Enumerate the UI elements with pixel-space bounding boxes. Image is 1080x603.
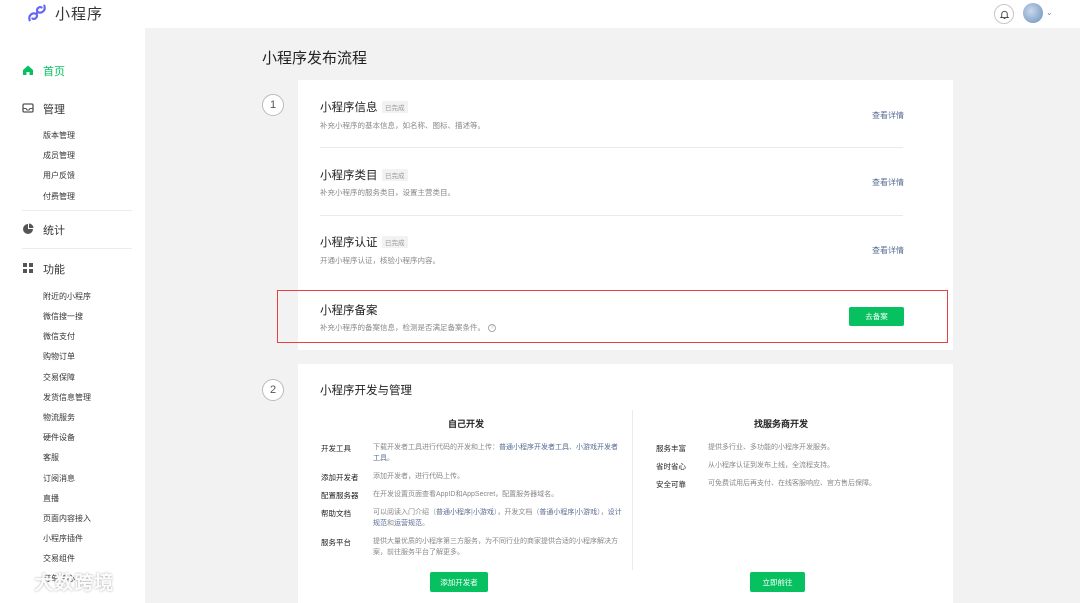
sidebar-group-label: 统计 bbox=[43, 225, 65, 237]
go-now-button[interactable]: 立即前往 bbox=[750, 572, 805, 592]
sidebar-item-page-content[interactable]: 页面内容接入 bbox=[43, 513, 91, 524]
item-desc-text: 补充小程序的备案信息，检测是否满足备案条件。 bbox=[320, 323, 485, 332]
sidebar-group-label: 管理 bbox=[43, 104, 65, 116]
sidebar-item-members[interactable]: 成员管理 bbox=[43, 150, 75, 161]
intro-mini-link[interactable]: 普通小程序 bbox=[436, 509, 471, 516]
row-text-part: 。 bbox=[422, 520, 429, 527]
sidebar-item-orders[interactable]: 购物订单 bbox=[43, 351, 75, 362]
sidebar-item-wechat-pay[interactable]: 微信支付 bbox=[43, 331, 75, 342]
sidebar-item-trade-components[interactable]: 交易组件 bbox=[43, 553, 75, 564]
status-badge: 已完成 bbox=[382, 101, 408, 113]
sidebar-item-live[interactable]: 直播 bbox=[43, 493, 59, 504]
docs-mini-link[interactable]: 普通小程序 bbox=[539, 509, 574, 516]
top-bar: 小程序 ⌄ bbox=[0, 0, 1080, 28]
row-text: 可免费试用后再支付、在线客服响应、官方售后保障。 bbox=[708, 480, 876, 487]
sidebar-item-shipping-info[interactable]: 发货信息管理 bbox=[43, 392, 91, 403]
app-title: 小程序 bbox=[55, 5, 104, 23]
intro-game-link[interactable]: 小游戏 bbox=[473, 509, 494, 516]
notification-bell-icon[interactable] bbox=[994, 4, 1014, 24]
sidebar: 首页 管理 版本管理 成员管理 用户反馈 付费管理 统计 功能 附近的小程序 微… bbox=[0, 28, 145, 603]
step-number: 2 bbox=[262, 379, 284, 401]
status-badge: 已完成 bbox=[382, 169, 408, 181]
row-label: 省时省心 bbox=[656, 462, 686, 471]
row-label: 开发工具 bbox=[321, 444, 351, 453]
help-icon[interactable]: ? bbox=[488, 324, 496, 333]
item-title: 小程序信息 bbox=[320, 102, 378, 114]
divider bbox=[320, 215, 903, 216]
item-title: 小程序认证 bbox=[320, 237, 378, 249]
grid-icon bbox=[23, 263, 33, 273]
row-text-part: ），开发文档（ bbox=[493, 509, 540, 516]
column-title: 找服务商开发 bbox=[754, 419, 809, 429]
home-icon bbox=[23, 65, 33, 75]
item-desc: 开通小程序认证，核验小程序内容。 bbox=[320, 256, 440, 265]
sidebar-item-trade-guarantee[interactable]: 交易保障 bbox=[43, 372, 75, 383]
column-title: 自己开发 bbox=[448, 419, 485, 429]
row-text-part: 可以阅读入门介绍（ bbox=[373, 509, 436, 516]
add-developer-button[interactable]: 添加开发者 bbox=[430, 572, 488, 592]
row-label: 安全可靠 bbox=[656, 480, 686, 489]
row-text: 提供多行业、多功能的小程序开发服务。 bbox=[708, 444, 834, 451]
watermark-logo-icon bbox=[10, 577, 28, 589]
row-text: 提供大量优质的小程序第三方服务，为不同行业的商家提供合适的小程序解决方案，前往服… bbox=[373, 538, 618, 556]
sidebar-group-label: 功能 bbox=[43, 264, 65, 276]
go-filing-button[interactable]: 去备案 bbox=[849, 307, 904, 326]
sidebar-item-hardware[interactable]: 硬件设备 bbox=[43, 432, 75, 443]
watermark: 大数跨境 bbox=[10, 568, 114, 595]
row-text-part: ）， bbox=[597, 509, 608, 516]
sidebar-item-subscription[interactable]: 订阅消息 bbox=[43, 473, 75, 484]
view-details-link[interactable]: 查看详情 bbox=[872, 177, 904, 188]
row-label: 帮助文档 bbox=[321, 509, 351, 518]
sidebar-item-search[interactable]: 微信搜一搜 bbox=[43, 311, 83, 322]
sidebar-divider bbox=[22, 210, 132, 211]
sidebar-item-customer-service[interactable]: 客服 bbox=[43, 452, 59, 463]
sidebar-item-version[interactable]: 版本管理 bbox=[43, 130, 75, 141]
ops-spec-link[interactable]: 运营规范 bbox=[394, 520, 422, 527]
row-text: 下载开发者工具进行代码的开发和上传：普通小程序开发者工具、小游戏开发者工具。 bbox=[373, 442, 623, 464]
logo[interactable]: 小程序 bbox=[26, 2, 103, 24]
row-label: 服务丰富 bbox=[656, 444, 686, 453]
pie-chart-icon bbox=[23, 223, 34, 234]
item-title: 小程序类目 bbox=[320, 170, 378, 182]
sidebar-item-payment[interactable]: 付费管理 bbox=[43, 191, 75, 202]
column-divider bbox=[632, 410, 633, 570]
section-title: 小程序开发与管理 bbox=[320, 385, 412, 397]
row-label: 添加开发者 bbox=[321, 473, 359, 482]
view-details-link[interactable]: 查看详情 bbox=[872, 110, 904, 121]
chevron-down-icon[interactable]: ⌄ bbox=[1046, 8, 1053, 17]
mini-program-logo-icon bbox=[28, 4, 46, 22]
inbox-icon bbox=[22, 103, 34, 113]
row-text: 在开发设置页面查看AppID和AppSecret，配置服务器域名。 bbox=[373, 491, 559, 498]
row-text-part: 下载开发者工具进行代码的开发和上传： bbox=[373, 444, 499, 451]
item-desc: 补充小程序的服务类目，设置主营类目。 bbox=[320, 188, 455, 197]
row-text: 添加开发者，进行代码上传。 bbox=[373, 473, 464, 480]
row-text-part: 和 bbox=[387, 520, 394, 527]
sidebar-item-nearby[interactable]: 附近的小程序 bbox=[43, 291, 91, 302]
divider bbox=[320, 147, 903, 148]
dev-tools-link[interactable]: 普通小程序开发者工具 bbox=[499, 444, 569, 451]
page-title: 小程序发布流程 bbox=[262, 50, 368, 67]
item-desc: 补充小程序的备案信息，检测是否满足备案条件。? bbox=[320, 322, 496, 333]
row-label: 配置服务器 bbox=[321, 491, 359, 500]
step-number: 1 bbox=[262, 94, 284, 116]
row-text: 可以阅读入门介绍（普通小程序|小游戏），开发文档（普通小程序|小游戏），设计规范… bbox=[373, 507, 623, 529]
avatar[interactable] bbox=[1023, 3, 1043, 23]
row-text-part: 。 bbox=[387, 455, 394, 462]
item-desc: 补充小程序的基本信息，如名称、图标、描述等。 bbox=[320, 121, 485, 130]
status-badge: 已完成 bbox=[382, 236, 408, 248]
sidebar-item-feedback[interactable]: 用户反馈 bbox=[43, 170, 75, 181]
row-label: 服务平台 bbox=[321, 538, 351, 547]
sidebar-divider bbox=[22, 248, 132, 249]
row-text-part: 、 bbox=[569, 444, 576, 451]
sidebar-item-plugins[interactable]: 小程序插件 bbox=[43, 533, 83, 544]
sidebar-item-label: 首页 bbox=[43, 66, 65, 78]
item-title: 小程序备案 bbox=[320, 305, 378, 317]
view-details-link[interactable]: 查看详情 bbox=[872, 245, 904, 256]
sidebar-item-logistics[interactable]: 物流服务 bbox=[43, 412, 75, 423]
row-text: 从小程序认证到发布上线，全流程支持。 bbox=[708, 462, 834, 469]
docs-game-link[interactable]: 小游戏 bbox=[576, 509, 597, 516]
watermark-text: 大数跨境 bbox=[34, 573, 115, 594]
